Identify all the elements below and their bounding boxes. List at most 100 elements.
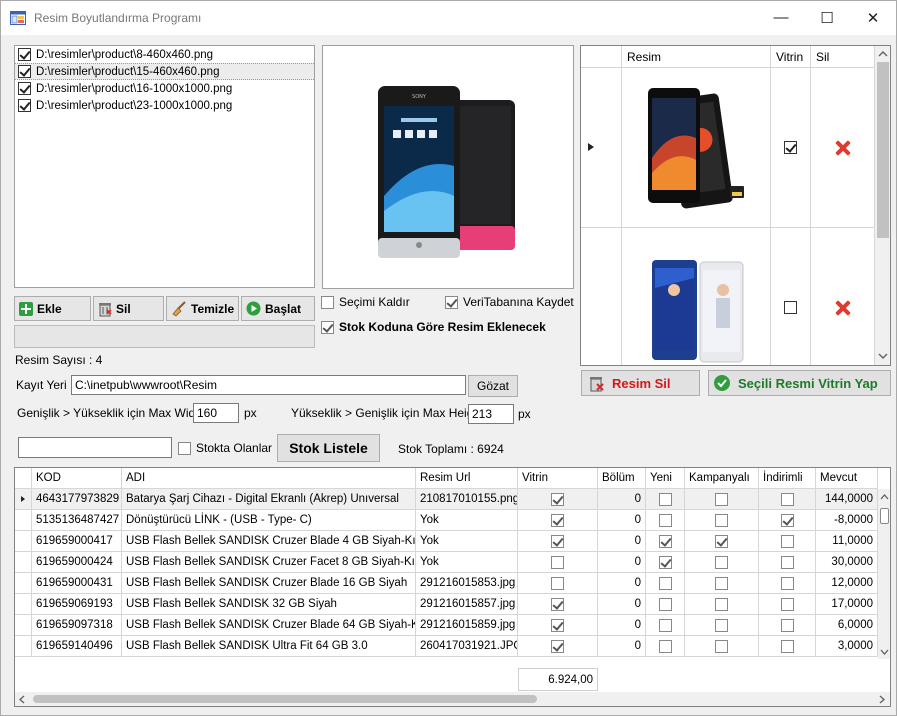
table-row[interactable]: 619659000417 USB Flash Bellek SANDISK Cru… [15, 531, 878, 552]
kampanyali-checkbox[interactable] [715, 639, 728, 653]
browse-button[interactable]: Gözat [468, 375, 518, 397]
vitrin-cell[interactable] [771, 68, 811, 228]
add-button[interactable]: Ekle [14, 296, 91, 321]
column-header-resim-url[interactable]: Resim Url [416, 468, 518, 489]
vitrin-checkbox[interactable] [551, 576, 564, 590]
table-row[interactable]: 5135136487427 Dönüştürücü LİNK - (USB - T… [15, 510, 878, 531]
scroll-right-icon[interactable] [879, 695, 885, 704]
cell-indirimli[interactable] [759, 531, 816, 552]
column-header-indirimli[interactable]: İndirimli [759, 468, 816, 489]
delete-image-cell[interactable] [811, 68, 875, 228]
cell-kampanyali[interactable] [685, 531, 759, 552]
column-header-sil[interactable]: Sil [811, 46, 875, 68]
scroll-down-icon[interactable] [878, 353, 888, 359]
cell-vitrin[interactable] [518, 552, 598, 573]
yeni-checkbox[interactable] [658, 492, 672, 506]
column-header-kod[interactable]: KOD [32, 468, 122, 489]
scroll-left-icon[interactable] [19, 695, 25, 704]
row-header[interactable] [15, 594, 32, 615]
row-header[interactable] [15, 573, 32, 594]
clean-button[interactable]: Temizle [166, 296, 239, 321]
file-list[interactable]: D:\resimler\product\8-460x460.png D:\res… [14, 45, 315, 288]
image-cell[interactable] [622, 68, 771, 228]
indirimli-checkbox[interactable] [780, 555, 794, 569]
cell-indirimli[interactable] [759, 615, 816, 636]
save-location-input[interactable]: C:\inetpub\wwwroot\Resim [71, 375, 466, 395]
stock-grid-hscroll[interactable] [15, 692, 890, 706]
yeni-checkbox[interactable] [658, 597, 672, 611]
vitrin-cell[interactable] [771, 228, 811, 365]
cell-kampanyali[interactable] [685, 510, 759, 531]
by-stock-code-checkbox[interactable] [321, 320, 334, 334]
file-checkbox[interactable] [18, 65, 31, 78]
stock-grid[interactable]: KOD ADI Resim Url Vitrin Bölüm Yeni Kamp… [14, 467, 891, 707]
delete-x-icon[interactable] [835, 300, 851, 316]
scroll-up-icon[interactable] [880, 494, 889, 500]
delete-button[interactable]: Sil [93, 296, 164, 321]
in-stock-option[interactable]: Stokta Olanlar [178, 441, 272, 455]
yeni-checkbox[interactable] [658, 555, 672, 569]
column-header-kampanyali[interactable]: Kampanyalı [685, 468, 759, 489]
minimize-button[interactable]: — [758, 1, 804, 34]
vitrin-checkbox[interactable] [551, 555, 564, 569]
file-item[interactable]: D:\resimler\product\8-460x460.png [15, 46, 314, 63]
file-checkbox[interactable] [18, 99, 31, 112]
cell-yeni[interactable] [646, 489, 685, 510]
table-row[interactable]: 619659000431 USB Flash Bellek SANDISK Cru… [15, 573, 878, 594]
kampanyali-checkbox[interactable] [715, 597, 728, 611]
column-header-yeni[interactable]: Yeni [646, 468, 685, 489]
image-cell[interactable] [622, 228, 771, 365]
cell-vitrin[interactable] [518, 510, 598, 531]
scroll-thumb[interactable] [33, 695, 537, 703]
column-header-mevcut[interactable]: Mevcut [816, 468, 878, 489]
save-db-checkbox[interactable] [445, 295, 458, 309]
cell-kampanyali[interactable] [685, 573, 759, 594]
vitrin-checkbox[interactable] [551, 513, 564, 527]
stock-search-input[interactable] [18, 437, 172, 458]
delete-image-cell[interactable] [811, 228, 875, 365]
close-button[interactable]: ✕ [850, 1, 896, 34]
cell-indirimli[interactable] [759, 636, 816, 657]
cell-yeni[interactable] [646, 552, 685, 573]
cell-vitrin[interactable] [518, 615, 598, 636]
cell-kampanyali[interactable] [685, 489, 759, 510]
set-showcase-button[interactable]: Seçili Resmi Vitrin Yap [708, 370, 891, 396]
cell-indirimli[interactable] [759, 552, 816, 573]
kampanyali-checkbox[interactable] [715, 618, 728, 632]
clear-selection-checkbox[interactable] [321, 295, 334, 309]
cell-yeni[interactable] [646, 615, 685, 636]
vitrin-checkbox[interactable] [784, 141, 797, 154]
yeni-checkbox[interactable] [658, 534, 672, 548]
column-header-adi[interactable]: ADI [122, 468, 416, 489]
by-stock-code-option[interactable]: Stok Koduna Göre Resim Eklenecek [321, 320, 546, 334]
vitrin-checkbox[interactable] [551, 492, 564, 506]
row-header[interactable] [15, 636, 32, 657]
cell-indirimli[interactable] [759, 573, 816, 594]
yeni-checkbox[interactable] [658, 576, 672, 590]
file-checkbox[interactable] [18, 48, 31, 61]
cell-kampanyali[interactable] [685, 636, 759, 657]
vitrin-checkbox[interactable] [551, 618, 564, 632]
row-header[interactable] [15, 552, 32, 573]
row-header[interactable] [15, 489, 32, 510]
kampanyali-checkbox[interactable] [715, 534, 728, 548]
table-row[interactable]: 619659069193 USB Flash Bellek SANDISK 32 … [15, 594, 878, 615]
cell-kampanyali[interactable] [685, 594, 759, 615]
delete-image-button[interactable]: Resim Sil [581, 370, 700, 396]
row-header[interactable] [581, 68, 622, 228]
column-header-bolum[interactable]: Bölüm [598, 468, 646, 489]
file-item[interactable]: D:\resimler\product\23-1000x1000.png [15, 97, 314, 114]
cell-yeni[interactable] [646, 531, 685, 552]
indirimli-checkbox[interactable] [780, 513, 794, 527]
yeni-checkbox[interactable] [658, 513, 672, 527]
indirimli-checkbox[interactable] [780, 492, 794, 506]
scroll-thumb[interactable] [880, 508, 889, 524]
cell-kampanyali[interactable] [685, 615, 759, 636]
vitrin-checkbox[interactable] [551, 534, 564, 548]
image-grid[interactable]: Resim Vitrin Sil [580, 45, 891, 366]
kampanyali-checkbox[interactable] [715, 555, 728, 569]
column-header-vitrin[interactable]: Vitrin [771, 46, 811, 68]
column-header-resim[interactable]: Resim [622, 46, 771, 68]
scroll-down-icon[interactable] [880, 649, 889, 655]
row-header[interactable] [581, 228, 622, 365]
